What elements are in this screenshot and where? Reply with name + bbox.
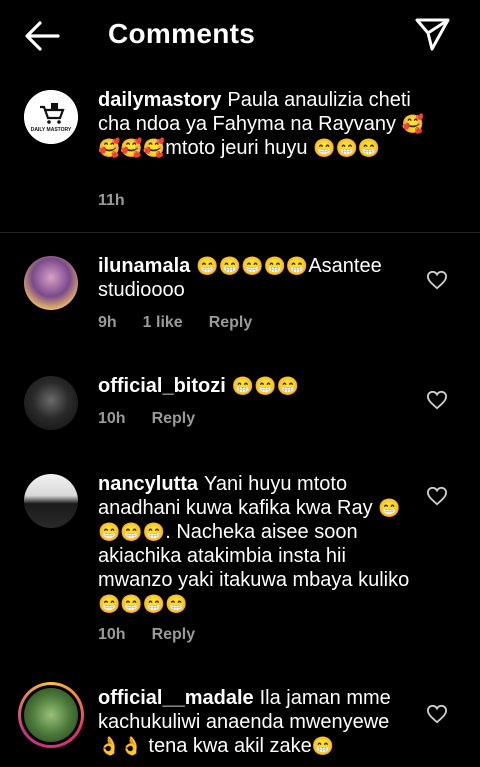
story-ring[interactable] [18, 682, 84, 748]
avatar[interactable] [24, 474, 78, 528]
avatar [24, 688, 78, 742]
comment-text: ilunamala 😁😁😁😁😁Asantee studioooo [98, 254, 416, 302]
comment-username[interactable]: ilunamala [98, 255, 190, 277]
comment-text: official__madale Ila jaman mme kachukuliw… [98, 686, 416, 758]
caption-time: 11h [98, 192, 125, 209]
comment-emoji-2: 😁 [311, 736, 335, 756]
caption-emoji-2: 😁😁😁 [313, 138, 381, 158]
comment-emoji-2: 😁😁😁😁 [98, 594, 188, 614]
heart-icon[interactable] [426, 486, 448, 506]
back-arrow-icon[interactable] [22, 18, 62, 54]
top-bar: Comments [0, 0, 480, 70]
avatar[interactable] [24, 256, 78, 310]
comment-meta: 10h Reply [98, 410, 195, 428]
comment-text: official_bitozi 😁😁😁 [98, 374, 416, 398]
comment-username[interactable]: official__madale [98, 687, 254, 709]
comment-emoji: 😁😁😁 [231, 376, 300, 396]
comment-emoji: 👌👌 [98, 736, 143, 756]
comment-username[interactable]: nancylutta [98, 473, 198, 495]
comment-time: 9h [98, 314, 117, 331]
avatar[interactable] [24, 376, 78, 430]
reply-button[interactable]: Reply [209, 314, 253, 332]
divider [0, 232, 480, 233]
heart-icon[interactable] [426, 390, 448, 410]
svg-text:DAILY MASTORY: DAILY MASTORY [31, 127, 72, 133]
send-icon[interactable] [412, 16, 452, 52]
heart-icon[interactable] [426, 704, 448, 724]
caption-avatar[interactable]: DAILY MASTORY [24, 90, 78, 144]
reply-button[interactable]: Reply [152, 410, 196, 428]
reply-button[interactable]: Reply [152, 626, 196, 644]
comment-username[interactable]: official_bitozi [98, 375, 226, 397]
comment-emoji: 😁😁😁😁😁 [196, 256, 309, 276]
caption-body-2: mtoto jeuri huyu [165, 137, 314, 159]
comment-meta: 10h Reply [98, 626, 195, 644]
heart-icon[interactable] [426, 270, 448, 290]
comment-time: 10h [98, 626, 126, 643]
dailymastory-logo: DAILY MASTORY [24, 90, 78, 144]
comment-meta: 9h 1 like Reply [98, 314, 252, 332]
page-title: Comments [108, 18, 256, 49]
caption-username[interactable]: dailymastory [98, 89, 221, 111]
comment-time: 10h [98, 410, 126, 427]
comment-text: nancylutta Yani huyu mtoto anadhani kuwa … [98, 472, 416, 616]
comment-likes[interactable]: 1 like [143, 314, 183, 332]
caption-text: dailymastory Paula anaulizia cheti cha nd… [98, 88, 428, 160]
comment-body-2: tena kwa akil zake [142, 735, 312, 757]
